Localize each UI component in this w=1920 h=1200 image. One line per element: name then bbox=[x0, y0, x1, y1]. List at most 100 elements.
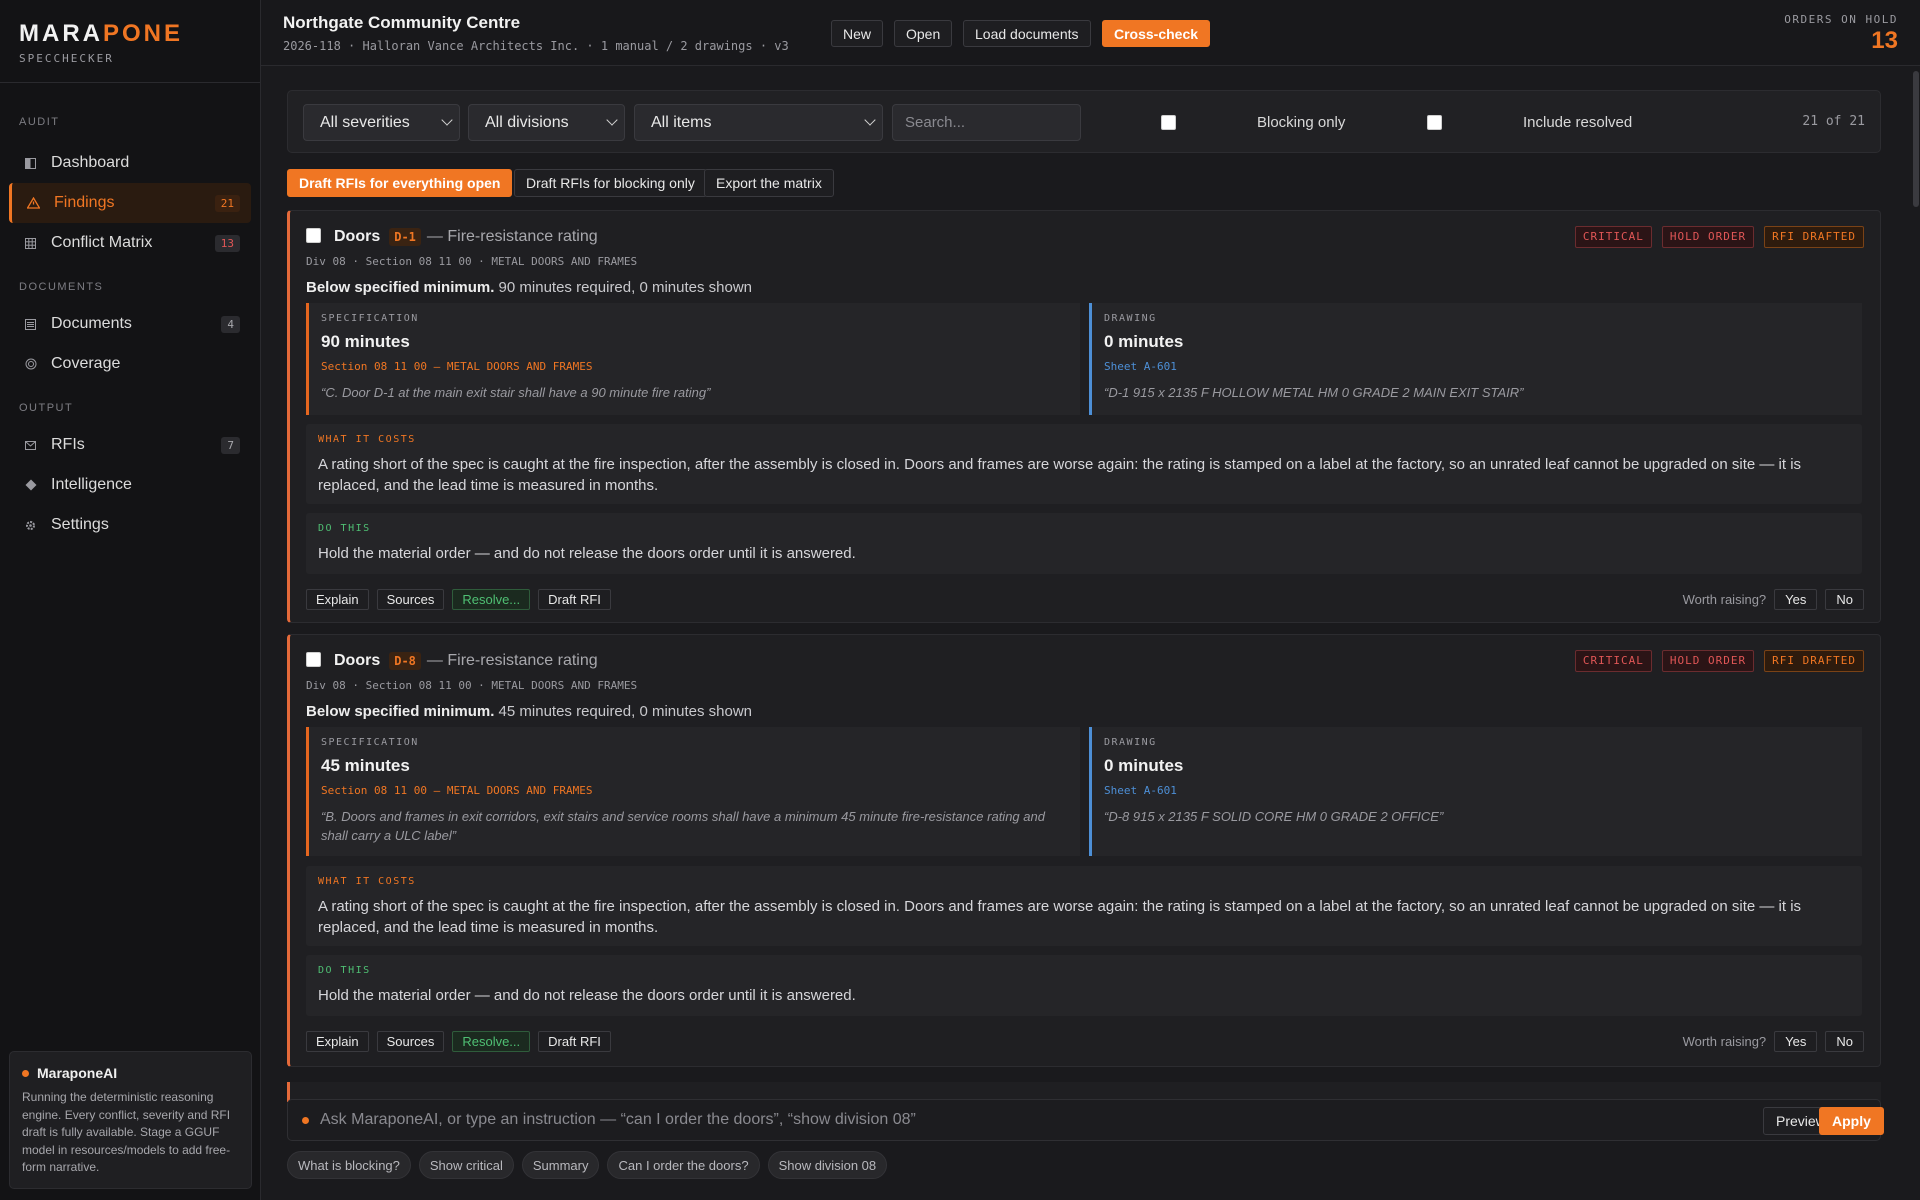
item-tag: D-1 bbox=[389, 228, 421, 246]
spec-quote: “C. Door D-1 at the main exit stair shal… bbox=[321, 385, 711, 400]
documents-icon bbox=[24, 318, 37, 331]
division-select[interactable]: All divisions bbox=[468, 104, 625, 141]
sidebar-item-settings[interactable]: Settings bbox=[9, 505, 251, 545]
ask-input[interactable] bbox=[320, 1106, 1460, 1134]
dashboard-icon bbox=[24, 157, 37, 170]
cost-box: WHAT IT COSTS A rating short of the spec… bbox=[306, 424, 1862, 504]
draft-rfi-button[interactable]: Draft RFI bbox=[538, 589, 611, 610]
no-button[interactable]: No bbox=[1825, 1031, 1864, 1052]
spec-quote: “B. Doors and frames in exit corridors, … bbox=[321, 809, 1045, 843]
finding-select-checkbox[interactable] bbox=[306, 228, 321, 243]
spec-value: 45 minutes bbox=[321, 756, 410, 775]
chip-show-critical[interactable]: Show critical bbox=[418, 1151, 514, 1179]
ai-status-title: MaraponeAI bbox=[22, 1065, 239, 1081]
chip-summary[interactable]: Summary bbox=[521, 1151, 600, 1179]
logo-subtitle: SPECCHECKER bbox=[19, 52, 114, 65]
new-button[interactable]: New bbox=[831, 20, 884, 47]
count-badge: 4 bbox=[221, 315, 240, 333]
hold-order-badge: HOLD ORDER bbox=[1661, 226, 1755, 248]
resolve-button[interactable]: Resolve... bbox=[452, 589, 531, 610]
blocking-only-checkbox[interactable] bbox=[1161, 115, 1176, 130]
drawing-pane: DRAWING 0 minutes Sheet A-601 “D-1 915 x… bbox=[1089, 303, 1862, 415]
cost-box: WHAT IT COSTS A rating short of the spec… bbox=[306, 866, 1862, 946]
sidebar-item-conflict-matrix[interactable]: Conflict Matrix 13 bbox=[9, 223, 251, 263]
chevron-down-icon bbox=[864, 114, 876, 126]
logo: MARAPONE SPECCHECKER bbox=[0, 0, 260, 65]
scrollbar[interactable] bbox=[1911, 67, 1920, 1200]
yes-button[interactable]: Yes bbox=[1774, 589, 1818, 610]
sidebar-item-coverage[interactable]: Coverage bbox=[9, 344, 251, 384]
apply-button[interactable]: Apply bbox=[1819, 1107, 1884, 1135]
export-matrix-button[interactable]: Export the matrix bbox=[704, 169, 834, 197]
do-this-label: DO THIS bbox=[318, 523, 371, 534]
rfi-drafted-badge: RFI DRAFTED bbox=[1764, 226, 1864, 248]
chip-what-is-blocking[interactable]: What is blocking? bbox=[287, 1151, 411, 1179]
summary-bold: Below specified minimum. bbox=[306, 279, 495, 296]
no-button[interactable]: No bbox=[1825, 589, 1864, 610]
sidebar-item-label: Documents bbox=[51, 315, 132, 332]
summary-bold: Below specified minimum. bbox=[306, 703, 495, 720]
resolve-button[interactable]: Resolve... bbox=[452, 1031, 531, 1052]
explain-button[interactable]: Explain bbox=[306, 1031, 369, 1052]
draft-rfis-all-button[interactable]: Draft RFIs for everything open bbox=[287, 169, 513, 197]
cost-text: A rating short of the spec is caught at … bbox=[318, 456, 1802, 494]
finding-category: Doors bbox=[334, 228, 381, 245]
items-select-value: All items bbox=[651, 113, 712, 131]
action-box: DO THIS Hold the material order — and do… bbox=[306, 955, 1862, 1016]
app-window: MARAPONE SPECCHECKER AUDIT Dashboard Fin… bbox=[0, 0, 1920, 1200]
worth-raising: Worth raising? Yes No bbox=[1683, 589, 1864, 610]
project-subtitle: 2026-118 · Halloran Vance Architects Inc… bbox=[283, 39, 789, 53]
explain-button[interactable]: Explain bbox=[306, 589, 369, 610]
drawing-value: 0 minutes bbox=[1104, 756, 1184, 775]
card-actions: Explain Sources Resolve... Draft RFI bbox=[306, 1031, 611, 1052]
scrollbar-thumb[interactable] bbox=[1913, 71, 1919, 207]
sidebar-item-label: Conflict Matrix bbox=[51, 234, 153, 251]
coverage-icon bbox=[24, 358, 37, 371]
finding-title: Doors D-8 — Fire-resistance rating bbox=[334, 652, 598, 670]
item-tag: D-8 bbox=[389, 652, 421, 670]
sidebar: MARAPONE SPECCHECKER AUDIT Dashboard Fin… bbox=[0, 0, 261, 1200]
status-dot-icon bbox=[22, 1069, 29, 1077]
search-input[interactable] bbox=[892, 104, 1081, 141]
include-resolved-checkbox[interactable] bbox=[1427, 115, 1442, 130]
spec-reference: Section 08 11 00 — METAL DOORS AND FRAME… bbox=[321, 784, 593, 797]
status-badges: CRITICAL HOLD ORDER RFI DRAFTED bbox=[1574, 226, 1864, 248]
sidebar-item-dashboard[interactable]: Dashboard bbox=[9, 143, 251, 183]
warning-icon bbox=[27, 197, 40, 210]
sidebar-item-intelligence[interactable]: Intelligence bbox=[9, 465, 251, 505]
finding-select-checkbox[interactable] bbox=[306, 652, 321, 667]
sidebar-item-label: Coverage bbox=[51, 355, 121, 372]
pane-label: SPECIFICATION bbox=[321, 313, 419, 324]
worth-raising-label: Worth raising? bbox=[1682, 1034, 1767, 1049]
chip-show-division-08[interactable]: Show division 08 bbox=[767, 1151, 888, 1179]
draft-rfi-button[interactable]: Draft RFI bbox=[538, 1031, 611, 1052]
mail-icon bbox=[24, 439, 37, 452]
draft-rfis-blocking-button[interactable]: Draft RFIs for blocking only bbox=[514, 169, 707, 197]
filter-bar: All severities All divisions All items B… bbox=[287, 90, 1881, 153]
drawing-reference[interactable]: Sheet A-601 bbox=[1104, 360, 1850, 373]
yes-button[interactable]: Yes bbox=[1774, 1031, 1818, 1052]
drawing-reference[interactable]: Sheet A-601 bbox=[1104, 784, 1850, 797]
critical-badge: CRITICAL bbox=[1574, 226, 1652, 248]
sidebar-item-rfis[interactable]: RFIs 7 bbox=[9, 425, 251, 465]
status-badges: CRITICAL HOLD ORDER RFI DRAFTED bbox=[1574, 650, 1864, 672]
rfi-drafted-badge: RFI DRAFTED bbox=[1764, 650, 1864, 672]
ai-status-text: Running the deterministic reasoning engi… bbox=[22, 1090, 231, 1174]
chip-order-doors[interactable]: Can I order the doors? bbox=[607, 1151, 760, 1179]
summary-text: 45 minutes required, 0 minutes shown bbox=[494, 703, 753, 720]
findings-panel: All severities All divisions All items B… bbox=[261, 67, 1920, 1200]
sources-button[interactable]: Sources bbox=[376, 1031, 445, 1052]
open-button[interactable]: Open bbox=[894, 20, 953, 47]
severity-select[interactable]: All severities bbox=[303, 104, 460, 141]
sidebar-item-documents[interactable]: Documents 4 bbox=[9, 304, 251, 344]
do-this-label: DO THIS bbox=[318, 965, 371, 976]
sidebar-item-findings[interactable]: Findings 21 bbox=[9, 183, 251, 223]
chevron-down-icon bbox=[606, 114, 618, 126]
load-documents-button[interactable]: Load documents bbox=[963, 20, 1091, 47]
pane-label: SPECIFICATION bbox=[321, 737, 419, 748]
cross-check-button[interactable]: Cross-check bbox=[1102, 20, 1211, 47]
specification-pane: SPECIFICATION 90 minutes Section 08 11 0… bbox=[306, 303, 1080, 415]
items-select[interactable]: All items bbox=[634, 104, 883, 141]
sources-button[interactable]: Sources bbox=[376, 589, 445, 610]
nav-section-output: OUTPUT bbox=[19, 402, 74, 414]
